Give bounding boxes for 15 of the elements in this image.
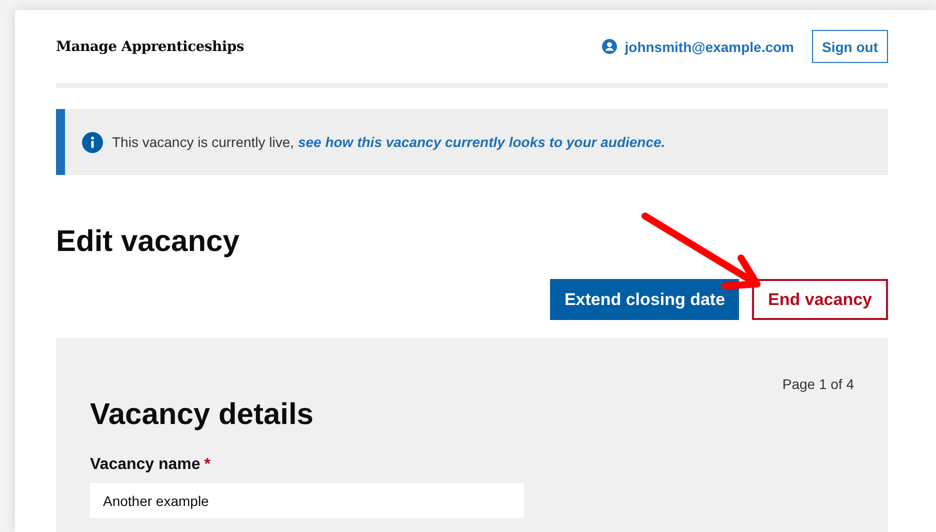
page-indicator: Page 1 of 4 xyxy=(781,375,854,392)
banner-message: This vacancy is currently live, see how this vacancy currently looks to your audience. xyxy=(112,134,666,150)
info-icon xyxy=(82,132,103,152)
sign-out-button[interactable]: Sign out xyxy=(812,30,888,63)
field-label: Vacancy name xyxy=(90,456,200,474)
required-mark: * xyxy=(204,456,211,474)
preview-link[interactable]: see how this vacancy currently looks to your audience. xyxy=(298,134,666,150)
service-name: Manage Apprenticeships xyxy=(56,38,244,54)
form-title: Vacancy details xyxy=(90,398,314,432)
account-email[interactable]: johnsmith@example.com xyxy=(624,38,794,54)
page-title: Edit vacancy xyxy=(56,225,240,259)
user-icon xyxy=(602,39,617,54)
input-field[interactable]: Another example xyxy=(90,483,524,518)
end-button[interactable]: End vacancy xyxy=(752,279,888,320)
extend-button[interactable]: Extend closing date xyxy=(550,279,740,320)
